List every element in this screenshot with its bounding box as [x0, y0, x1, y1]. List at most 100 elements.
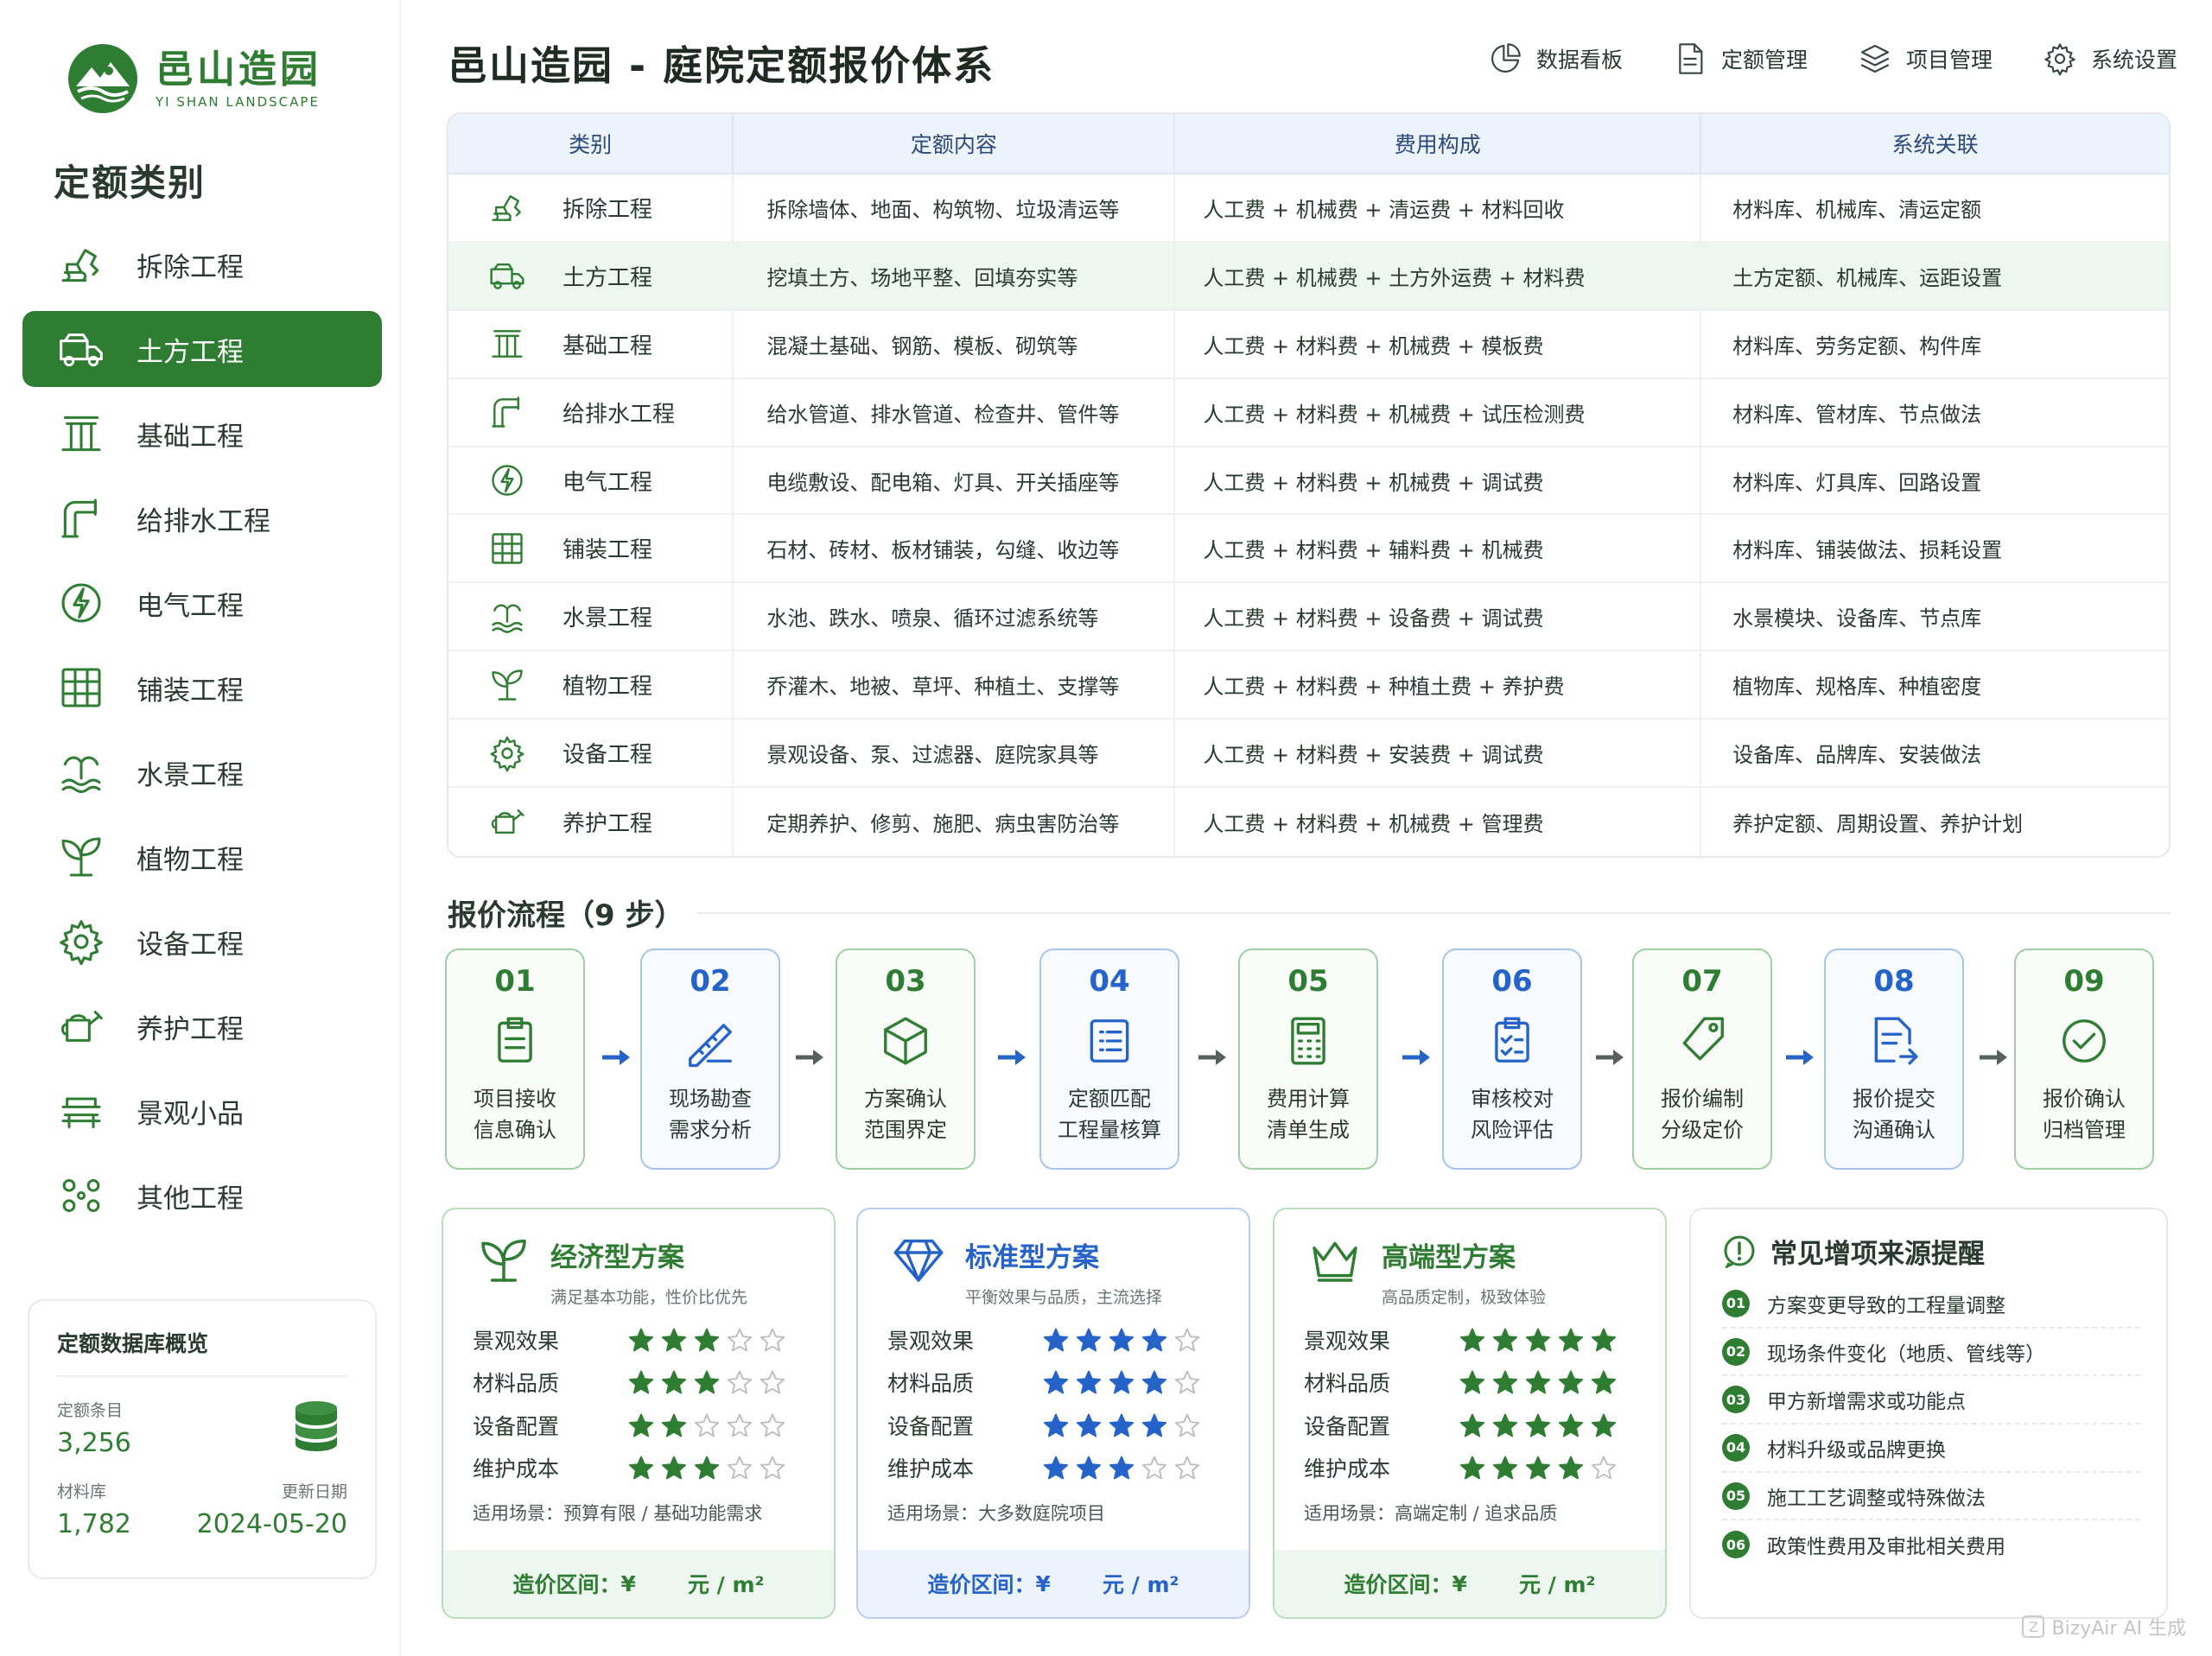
sidebar-item[interactable]: 养护工程 [22, 988, 382, 1064]
star-rating [1459, 1327, 1624, 1353]
topnav-item[interactable]: 定额管理 [1673, 41, 1808, 76]
cell-cost: 人工费 + 材料费 + 机械费 + 调试费 [1175, 447, 1702, 514]
star-empty-icon [1174, 1413, 1200, 1437]
star-empty-icon [1174, 1370, 1200, 1394]
cell-category: 土方工程 [448, 242, 734, 309]
cell-cost: 人工费 + 机械费 + 土方外运费 + 材料费 [1175, 242, 1702, 309]
plan-subtitle: 高品质定制，极致体验 [1382, 1288, 1547, 1307]
process-step[interactable]: 02 现场勘查 需求分析 [640, 949, 780, 1170]
process-step[interactable]: 06 审核校对 风险评估 [1442, 949, 1582, 1170]
sidebar-item[interactable]: 植物工程 [22, 819, 382, 895]
plan-card[interactable]: 高端型方案 高品质定制，极致体验 景观效果 材料品质 设备配置 维护成本 适用场… [1273, 1208, 1667, 1619]
process-step[interactable]: 04 定额匹配 工程量核算 [1039, 949, 1179, 1170]
category-label: 电气工程 [563, 469, 653, 496]
star-filled-icon [661, 1370, 687, 1394]
sidebar-item[interactable]: 其他工程 [22, 1158, 382, 1234]
process-step[interactable]: 09 报价确认 归档管理 [2014, 949, 2154, 1170]
sidebar-item[interactable]: 土方工程 [22, 311, 382, 387]
sidebar-item[interactable]: 拆除工程 [22, 226, 382, 302]
header-cost[interactable]: 费用构成 [1175, 114, 1702, 173]
plan-card[interactable]: 标准型方案 平衡效果与品质，主流选择 景观效果 材料品质 设备配置 维护成本 适… [856, 1208, 1250, 1619]
category-label: 土方工程 [563, 264, 653, 291]
table-row[interactable]: 水景工程 水池、跌水、喷泉、循环过滤系统等 人工费 + 材料费 + 设备费 + … [448, 583, 2169, 652]
sidebar-title: 定额类别 [54, 162, 207, 204]
cell-cost: 人工费 + 材料费 + 种植土费 + 养护费 [1175, 651, 1702, 719]
table-row[interactable]: 电气工程 电缆敷设、配电箱、灯具、开关插座等 人工费 + 材料费 + 机械费 +… [448, 447, 2169, 516]
header-category[interactable]: 类别 [448, 114, 734, 173]
step-label-2: 沟通确认 [1853, 1118, 1936, 1142]
brand-subtitle: YI SHAN LANDSCAPE [156, 94, 320, 110]
sidebar-item[interactable]: 电气工程 [22, 565, 382, 641]
star-filled-icon [694, 1370, 720, 1394]
dots-icon [54, 1168, 109, 1223]
sidebar-item[interactable]: 设备工程 [22, 904, 382, 980]
rating-label: 材料品质 [473, 1371, 560, 1397]
plant-icon [54, 829, 109, 885]
reminder-text: 甲方新增需求或功能点 [1767, 1391, 1966, 1414]
table-row[interactable]: 铺装工程 石材、砖材、板材铺装，勾缝、收边等 人工费 + 材料费 + 辅料费 +… [448, 515, 2169, 584]
process-step[interactable]: 03 方案确认 范围界定 [836, 949, 976, 1170]
header-content[interactable]: 定额内容 [734, 114, 1176, 173]
table-row[interactable]: 植物工程 乔灌木、地被、草坪、种植土、支撑等 人工费 + 材料费 + 种植土费 … [448, 651, 2169, 720]
cell-category: 铺装工程 [448, 515, 734, 582]
process-step[interactable]: 05 费用计算 清单生成 [1238, 949, 1378, 1170]
category-label: 水景工程 [563, 606, 653, 632]
sidebar-item[interactable]: 给排水工程 [22, 480, 382, 556]
plan-card[interactable]: 经济型方案 满足基本功能，性价比优先 景观效果 材料品质 设备配置 维护成本 适… [442, 1208, 836, 1619]
star-filled-icon [1591, 1328, 1617, 1352]
star-filled-icon [1558, 1413, 1584, 1437]
brand-logo[interactable]: 邑山造园 YI SHAN LANDSCAPE [66, 41, 321, 116]
category-label: 基础工程 [563, 333, 653, 359]
plan-name: 高端型方案 [1382, 1242, 1516, 1273]
cell-category: 电气工程 [448, 447, 734, 514]
topnav-item[interactable]: 项目管理 [1858, 41, 1993, 76]
cell-link: 水景模块、设备库、节点库 [1732, 606, 1982, 631]
star-filled-icon [1043, 1370, 1069, 1394]
topnav-label: 定额管理 [1720, 48, 1808, 73]
sidebar-item[interactable]: 铺装工程 [22, 650, 382, 726]
sidebar-item[interactable]: 景观小品 [22, 1073, 382, 1149]
clipboard-icon [488, 1014, 542, 1068]
category-label: 植物工程 [563, 674, 653, 701]
step-label-2: 清单生成 [1267, 1118, 1350, 1142]
table-row[interactable]: 土方工程 挖填土方、场地平整、回填夯实等 人工费 + 机械费 + 土方外运费 +… [448, 242, 2169, 311]
reminder-item: 03 甲方新增需求或功能点 [1722, 1376, 2140, 1425]
process-step[interactable]: 08 报价提交 沟通确认 [1824, 949, 1964, 1170]
step-label-2: 归档管理 [2043, 1118, 2126, 1142]
topnav-item[interactable]: 系统设置 [2043, 41, 2177, 76]
sidebar-item[interactable]: 水景工程 [22, 734, 382, 810]
star-rating [1043, 1455, 1207, 1481]
topnav-item[interactable]: 数据看板 [1488, 41, 1623, 76]
database-overview-title: 定额数据库概览 [57, 1327, 347, 1377]
table-row[interactable]: 设备工程 景观设备、泵、过滤器、庭院家具等 人工费 + 材料费 + 安装费 + … [448, 720, 2169, 789]
star-filled-icon [628, 1370, 654, 1394]
reminder-text: 施工工艺调整或特殊做法 [1767, 1487, 1986, 1510]
category-label: 给排水工程 [563, 401, 676, 428]
table-row[interactable]: 拆除工程 拆除墙体、地面、构筑物、垃圾清运等 人工费 + 机械费 + 清运费 +… [448, 174, 2169, 243]
price-unit: 元 / m² [1518, 1572, 1596, 1597]
reminder-text: 材料升级或品牌更换 [1767, 1438, 1946, 1462]
sidebar-item-label: 养护工程 [137, 1013, 244, 1045]
star-filled-icon [1459, 1370, 1485, 1394]
cell-content: 乔灌木、地被、草坪、种植土、支撑等 [734, 651, 1176, 719]
rating-label: 景观效果 [473, 1328, 560, 1354]
price-label: 造价区间： [512, 1572, 621, 1597]
cell-link: 材料库、铺装做法、损耗设置 [1732, 538, 2003, 563]
fountain-icon [54, 745, 109, 800]
process-step[interactable]: 07 报价编制 分级定价 [1632, 949, 1772, 1170]
table-row[interactable]: 基础工程 混凝土基础、钢筋、模板、砌筑等 人工费 + 材料费 + 机械费 + 模… [448, 310, 2169, 379]
calculator-icon [1281, 1014, 1335, 1068]
sidebar-item-label: 基础工程 [137, 421, 244, 453]
sidebar-item-label: 土方工程 [137, 336, 244, 368]
process-step[interactable]: 01 项目接收 信息确认 [445, 949, 585, 1170]
gear-icon [485, 731, 530, 776]
star-filled-icon [628, 1328, 654, 1352]
watering-can-icon [54, 999, 109, 1054]
sidebar-item[interactable]: 基础工程 [22, 396, 382, 472]
table-row[interactable]: 给排水工程 给水管道、排水管道、检查井、管件等 人工费 + 材料费 + 机械费 … [448, 378, 2169, 447]
header-link[interactable]: 系统关联 [1701, 114, 2169, 173]
reminder-number-badge: 04 [1722, 1433, 1750, 1462]
arrow-right-icon [1976, 1040, 2011, 1075]
rating-row: 维护成本 [1274, 1447, 1665, 1490]
table-row[interactable]: 养护工程 定期养护、修剪、施肥、病虫害防治等 人工费 + 材料费 + 机械费 +… [448, 788, 2169, 856]
